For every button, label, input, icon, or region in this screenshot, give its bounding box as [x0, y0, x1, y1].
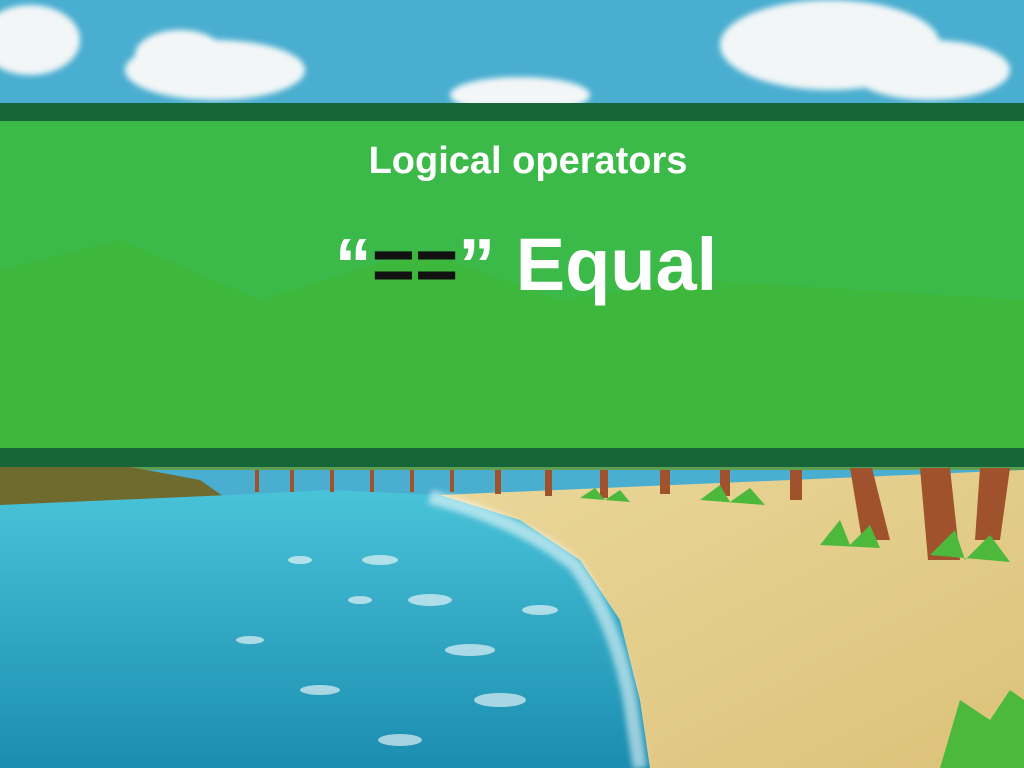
banner-bottom-stripe [0, 448, 1024, 467]
banner-top-stripe [0, 103, 1024, 121]
equality-operator: == [371, 223, 459, 306]
slide-headline: “==” Equal [14, 222, 1024, 307]
close-quote: ” [458, 223, 496, 306]
open-quote: “ [334, 223, 372, 306]
slide-subtitle: Logical operators [368, 140, 688, 182]
operator-name: Equal [495, 223, 718, 306]
